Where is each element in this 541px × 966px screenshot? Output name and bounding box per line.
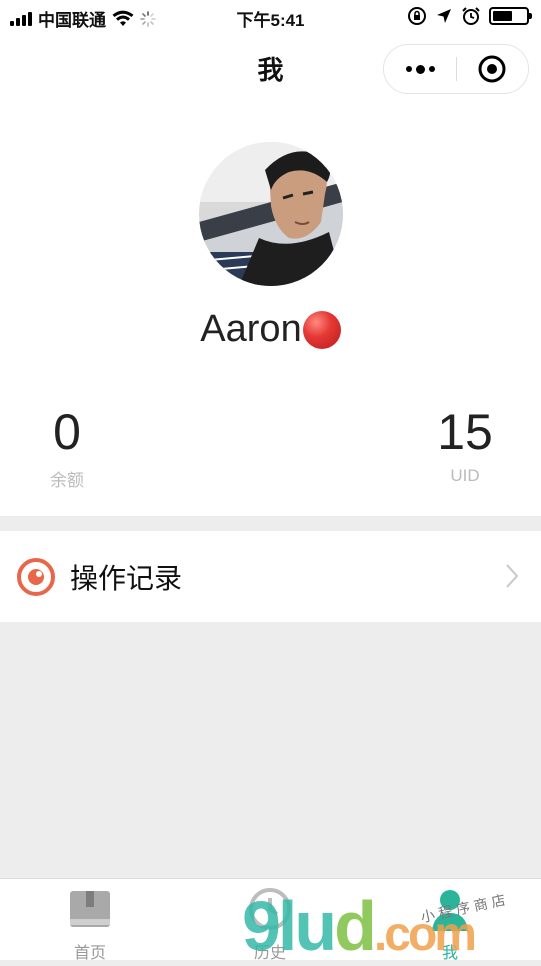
close-target-icon: [478, 55, 506, 83]
nav-bar: 我: [0, 36, 541, 102]
stat-uid: 15 UID: [405, 402, 525, 486]
close-button[interactable]: [456, 45, 528, 93]
record-eye-icon: [17, 557, 55, 596]
tab-home-label: 首页: [73, 945, 106, 962]
uid-value: 15: [437, 404, 493, 460]
lock-rotation-icon: [408, 7, 426, 25]
tab-history[interactable]: 历史: [210, 885, 330, 963]
red-circle-emoji-icon: [302, 310, 341, 349]
battery-level: [493, 11, 513, 21]
tab-home[interactable]: 首页: [30, 885, 150, 963]
chevron-right-icon: [506, 564, 519, 588]
status-bar: 中国联通 下午5:41: [0, 0, 541, 36]
avatar-photo: [199, 142, 343, 286]
alarm-icon: [462, 7, 480, 25]
username-text: Aaron: [200, 308, 302, 350]
mini-program-capsule: [383, 44, 529, 94]
more-button[interactable]: [384, 45, 456, 93]
operation-records-row[interactable]: 操作记录: [0, 531, 541, 622]
profile-card: Aaron 0 余额 15 UID: [0, 102, 541, 516]
location-icon: [437, 9, 451, 23]
balance-value: 0: [53, 404, 81, 460]
username: Aaron: [0, 308, 541, 351]
book-icon: [70, 891, 110, 927]
balance-label: 余额: [50, 471, 84, 490]
uid-label: UID: [450, 466, 480, 485]
operation-records-label: 操作记录: [70, 562, 183, 594]
tab-me-label: 我: [441, 945, 458, 962]
avatar[interactable]: [199, 142, 343, 286]
tab-history-label: 历史: [253, 945, 286, 962]
more-icon: [405, 66, 412, 72]
clock-icon: [249, 888, 291, 930]
status-right: [407, 6, 532, 26]
stat-balance: 0 余额: [7, 402, 127, 491]
battery-icon: [489, 7, 532, 25]
